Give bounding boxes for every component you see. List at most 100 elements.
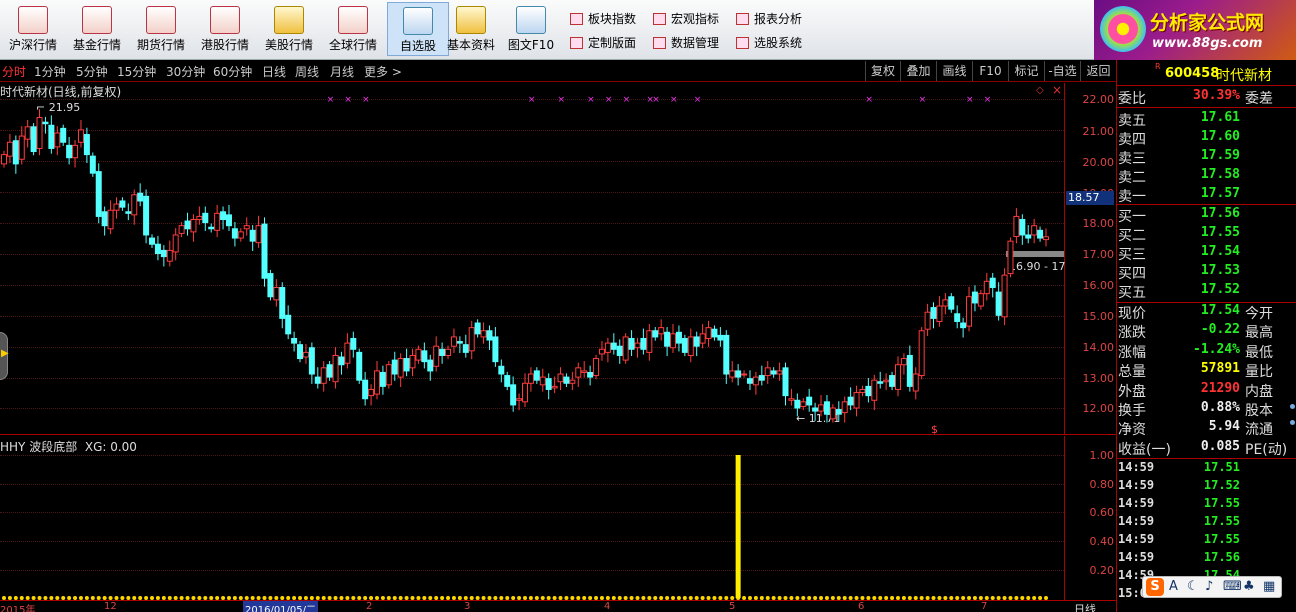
candle	[758, 365, 765, 386]
candle	[178, 221, 185, 238]
futures-quotes-button[interactable]: 期货行情	[130, 2, 192, 56]
overlay-button[interactable]: 叠加	[900, 61, 936, 81]
y-tick-20: 20.00	[1082, 156, 1115, 169]
candle	[89, 152, 96, 177]
price-axis-divider	[1064, 83, 1065, 435]
ask-level-row: 卖二 17.58	[1118, 167, 1240, 186]
candle	[782, 362, 789, 406]
tab-weekly[interactable]: 周线	[295, 63, 319, 80]
global-quotes-button[interactable]: 全球行情	[322, 2, 384, 56]
candle	[66, 137, 73, 165]
candle	[1037, 226, 1044, 242]
tab-1min[interactable]: 1分钟	[34, 63, 66, 80]
candle	[18, 126, 25, 165]
letter-a-icon: A	[1169, 579, 1178, 594]
x-tick-6: 6	[858, 601, 865, 612]
report-analysis-button[interactable]: 报表分析	[736, 10, 802, 28]
us-quotes-button[interactable]: 美股行情	[258, 2, 320, 56]
candle	[462, 334, 469, 358]
event-marker-x: ×	[622, 95, 631, 105]
grid-icon	[653, 13, 666, 25]
candle	[533, 367, 540, 384]
back-button[interactable]: 返回	[1080, 61, 1116, 81]
candle	[220, 206, 227, 230]
bid-level-row: 买四 17.53	[1118, 263, 1240, 282]
grid-icon	[570, 13, 583, 25]
y-tick-12: 12.00	[1082, 402, 1115, 415]
stat-row: 换手 0.88% 股本	[1118, 400, 1273, 419]
f10-button[interactable]: 图文F10	[500, 2, 562, 56]
fund-quotes-button[interactable]: 基金行情	[66, 2, 128, 56]
candle	[954, 305, 961, 329]
candle	[60, 124, 67, 146]
candle	[889, 371, 896, 391]
candle	[113, 197, 120, 219]
candle	[504, 371, 511, 391]
stock-header: R 600458 时代新材	[1117, 60, 1296, 86]
event-marker-x: ×	[604, 95, 613, 105]
candle	[516, 393, 523, 411]
candle	[818, 395, 825, 417]
candle	[379, 365, 386, 395]
tab-intraday[interactable]: 分时	[2, 63, 26, 80]
candle	[480, 322, 487, 344]
tab-15min[interactable]: 15分钟	[117, 63, 156, 80]
ask-level-row: 卖五 17.61	[1118, 110, 1240, 129]
candle	[302, 344, 309, 364]
ind-y-tick-02: 0.20	[1089, 564, 1115, 577]
f10-small-button[interactable]: F10	[972, 61, 1008, 81]
tab-daily[interactable]: 日线	[262, 63, 286, 80]
candle	[1043, 228, 1049, 247]
tab-30min[interactable]: 30分钟	[166, 63, 205, 80]
candle	[918, 327, 925, 380]
candle	[735, 364, 742, 386]
draw-line-button[interactable]: 画线	[936, 61, 972, 81]
moon-icon: ☾	[1187, 579, 1199, 594]
tab-more[interactable]: 更多 >	[364, 63, 402, 80]
candle	[190, 214, 197, 242]
event-marker-x: ×	[983, 95, 992, 105]
candle	[859, 385, 866, 397]
candle	[593, 354, 600, 380]
hushen-quotes-button[interactable]: 沪深行情	[2, 2, 64, 56]
hk-quotes-button[interactable]: 港股行情	[194, 2, 256, 56]
data-management-button[interactable]: 数据管理	[653, 34, 719, 52]
layout-icon	[570, 37, 583, 49]
filter-icon	[736, 37, 749, 49]
left-collapse-handle[interactable]: ▶	[0, 332, 9, 380]
candle	[125, 203, 132, 221]
ime-toolbar[interactable]: S A ☾ ♪ ⌨ ♣ ▦	[1142, 576, 1282, 598]
shirt-icon: ♣	[1243, 579, 1255, 594]
candle	[527, 367, 534, 392]
candle	[871, 374, 878, 411]
candle	[699, 323, 706, 349]
remove-watchlist-button[interactable]: -自选	[1044, 61, 1080, 81]
sector-index-button[interactable]: 板块指数	[570, 10, 636, 28]
tab-60min[interactable]: 60分钟	[213, 63, 252, 80]
quote-bottom-tab[interactable]: 日线	[1074, 601, 1096, 612]
macro-indicator-button[interactable]: 宏观指标	[653, 10, 719, 28]
candle	[693, 331, 700, 357]
candle	[829, 404, 836, 423]
candle	[776, 362, 783, 381]
basic-info-button[interactable]: 基本资料	[440, 2, 502, 56]
tick-row: 14:59 17.55	[1118, 514, 1240, 528]
rights-adjust-button[interactable]: 复权	[865, 61, 900, 81]
candle	[741, 370, 748, 378]
tab-monthly[interactable]: 月线	[330, 63, 354, 80]
y-tick-15: 15.00	[1082, 310, 1115, 323]
candle	[332, 347, 339, 389]
candle	[616, 339, 623, 364]
candle	[107, 200, 114, 235]
candle	[237, 228, 244, 242]
candle	[598, 340, 605, 361]
event-marker-x: ×	[344, 95, 352, 105]
candle	[664, 327, 671, 357]
custom-layout-button[interactable]: 定制版面	[570, 34, 636, 52]
candle	[415, 345, 422, 364]
stock-screener-button[interactable]: 选股系统	[736, 34, 802, 52]
tab-5min[interactable]: 5分钟	[76, 63, 108, 80]
line-chart-icon	[338, 6, 368, 34]
mark-button[interactable]: 标记	[1008, 61, 1044, 81]
candle	[960, 317, 967, 338]
